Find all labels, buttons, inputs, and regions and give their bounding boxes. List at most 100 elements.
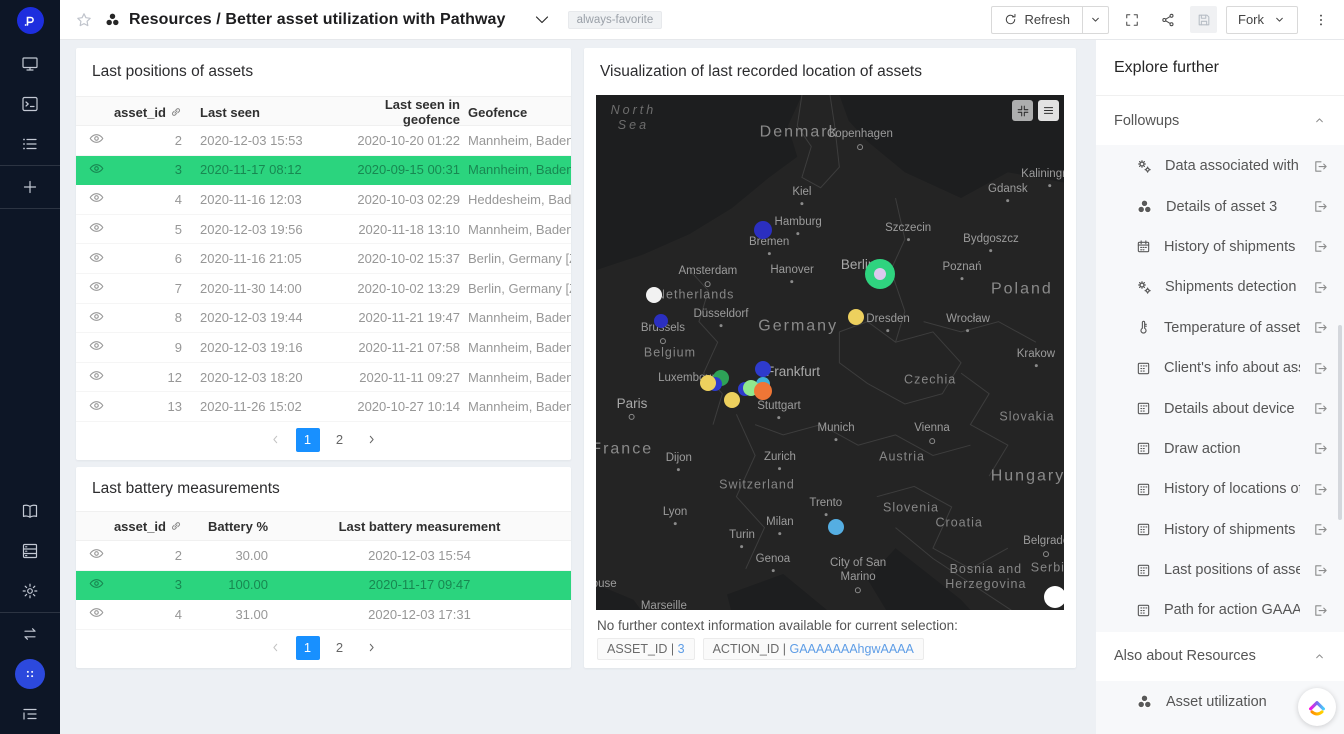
export-icon[interactable] bbox=[1313, 239, 1328, 254]
sidebar-item-book[interactable] bbox=[10, 491, 50, 531]
followup-item[interactable]: Shipments detection of as... bbox=[1096, 267, 1344, 307]
followup-item[interactable]: History of shipments of as... bbox=[1096, 510, 1344, 550]
export-icon[interactable] bbox=[1313, 361, 1328, 376]
export-icon[interactable] bbox=[1313, 159, 1328, 174]
pagination-page-2[interactable]: 2 bbox=[328, 636, 352, 660]
sidebar-item-indent-list[interactable] bbox=[10, 694, 50, 734]
asset-marker[interactable] bbox=[755, 361, 771, 377]
refresh-button[interactable]: Refresh bbox=[991, 6, 1082, 34]
asset-marker[interactable] bbox=[1044, 586, 1064, 608]
eye-icon[interactable] bbox=[89, 605, 104, 623]
chevron-down-icon[interactable] bbox=[532, 10, 552, 30]
followup-item[interactable]: Last positions of asset 3 bbox=[1096, 550, 1344, 590]
eye-icon[interactable] bbox=[89, 546, 104, 564]
eye-icon[interactable] bbox=[89, 279, 104, 297]
table-row[interactable]: 22020-12-03 15:532020-10-20 01:22Mannhei… bbox=[76, 126, 571, 156]
section-header-also-about-resources[interactable]: Also about Resources bbox=[1096, 632, 1344, 681]
pagination-prev[interactable] bbox=[264, 636, 288, 660]
table-row[interactable]: 132020-11-26 15:022020-10-27 10:14Mannhe… bbox=[76, 392, 571, 422]
eye-icon[interactable] bbox=[89, 220, 104, 238]
fork-button[interactable]: Fork bbox=[1226, 6, 1298, 34]
chip-value[interactable]: GAAAAAAAhgwAAAA bbox=[789, 642, 913, 656]
export-icon[interactable] bbox=[1313, 280, 1328, 295]
share-icon bbox=[1161, 13, 1175, 27]
table-row[interactable]: 72020-11-30 14:002020-10-02 13:29Berlin,… bbox=[76, 274, 571, 304]
table-row[interactable]: 32020-11-17 08:122020-09-15 00:31Mannhei… bbox=[76, 156, 571, 186]
clickup-badge[interactable] bbox=[1298, 688, 1336, 726]
selection-chip-action_id[interactable]: ACTION_ID | GAAAAAAAhgwAAAA bbox=[703, 638, 924, 660]
pagination-next[interactable] bbox=[360, 636, 384, 660]
eye-icon[interactable] bbox=[89, 338, 104, 356]
fullscreen-button[interactable] bbox=[1118, 6, 1145, 33]
sidebar-item-plus[interactable] bbox=[10, 167, 50, 207]
assets-map[interactable]: North SeaDenmarkCopenhagenKielKaliningra… bbox=[596, 95, 1064, 610]
followup-item[interactable]: Path for action GAAAAAA... bbox=[1096, 590, 1344, 630]
table-row[interactable]: 230.002020-12-03 15:54 bbox=[76, 541, 571, 571]
followup-item[interactable]: History of locations of acti... bbox=[1096, 469, 1344, 509]
pagination-page-1[interactable]: 1 bbox=[296, 428, 320, 452]
map-menu-button[interactable] bbox=[1038, 100, 1059, 121]
followup-item[interactable]: Details of asset 3 bbox=[1096, 186, 1344, 226]
followup-item[interactable]: Client's info about asset 3 bbox=[1096, 348, 1344, 388]
export-icon[interactable] bbox=[1313, 401, 1328, 416]
eye-icon[interactable] bbox=[89, 161, 104, 179]
asset-marker[interactable] bbox=[724, 392, 740, 408]
table-row[interactable]: 42020-11-16 12:032020-10-03 02:29Heddesh… bbox=[76, 185, 571, 215]
more-menu-button[interactable] bbox=[1307, 6, 1334, 33]
asset-marker[interactable] bbox=[700, 375, 716, 391]
export-icon[interactable] bbox=[1313, 199, 1328, 214]
sidebar-item-storage[interactable] bbox=[10, 531, 50, 571]
sidebar-item-monitor[interactable] bbox=[10, 44, 50, 84]
export-icon[interactable] bbox=[1313, 522, 1328, 537]
star-icon[interactable] bbox=[76, 12, 92, 28]
refresh-dropdown-button[interactable] bbox=[1082, 6, 1109, 34]
sidebar-item-gear[interactable] bbox=[10, 571, 50, 611]
asset-marker[interactable] bbox=[654, 314, 668, 328]
table-row[interactable]: 431.002020-12-03 17:31 bbox=[76, 600, 571, 630]
export-icon[interactable] bbox=[1313, 320, 1328, 335]
export-icon[interactable] bbox=[1313, 563, 1328, 578]
pagination-page-2[interactable]: 2 bbox=[328, 428, 352, 452]
scrollbar[interactable] bbox=[1338, 325, 1342, 520]
table-row[interactable]: 52020-12-03 19:562020-11-18 13:10Mannhei… bbox=[76, 215, 571, 245]
eye-icon[interactable] bbox=[89, 398, 104, 416]
sidebar-item-terminal[interactable] bbox=[10, 84, 50, 124]
followup-item[interactable]: Details about device bbox=[1096, 388, 1344, 428]
eye-icon[interactable] bbox=[89, 190, 104, 208]
save-button[interactable] bbox=[1190, 6, 1217, 33]
sidebar-item-swap[interactable] bbox=[10, 614, 50, 654]
sidebar-item-list[interactable] bbox=[10, 124, 50, 164]
asset-marker[interactable] bbox=[828, 519, 844, 535]
asset-marker[interactable] bbox=[754, 382, 772, 400]
table-row[interactable]: 122020-12-03 18:202020-11-11 09:27Mannhe… bbox=[76, 363, 571, 393]
followup-item[interactable]: History of shipments of as... bbox=[1096, 227, 1344, 267]
pagination-next[interactable] bbox=[360, 428, 384, 452]
eye-icon[interactable] bbox=[89, 576, 104, 594]
map-fit-button[interactable] bbox=[1012, 100, 1033, 121]
table-row[interactable]: 62020-11-16 21:052020-10-02 15:37Berlin,… bbox=[76, 244, 571, 274]
share-button[interactable] bbox=[1154, 6, 1181, 33]
export-icon[interactable] bbox=[1313, 441, 1328, 456]
table-row[interactable]: 92020-12-03 19:162020-11-21 07:58Mannhei… bbox=[76, 333, 571, 363]
sidebar-item-apps[interactable] bbox=[10, 654, 50, 694]
table-row[interactable]: 82020-12-03 19:442020-11-21 19:47Mannhei… bbox=[76, 304, 571, 334]
asset-marker[interactable] bbox=[848, 309, 864, 325]
table-row[interactable]: 3100.002020-11-17 09:47 bbox=[76, 571, 571, 601]
asset-marker[interactable] bbox=[754, 221, 772, 239]
export-icon[interactable] bbox=[1313, 603, 1328, 618]
asset-marker[interactable] bbox=[646, 287, 662, 303]
followup-item[interactable]: Temperature of asset 3 bbox=[1096, 308, 1344, 348]
eye-icon[interactable] bbox=[89, 131, 104, 149]
asset-marker[interactable] bbox=[865, 259, 895, 289]
eye-icon[interactable] bbox=[89, 250, 104, 268]
export-icon[interactable] bbox=[1313, 482, 1328, 497]
followup-item[interactable]: Draw action bbox=[1096, 429, 1344, 469]
eye-icon[interactable] bbox=[89, 368, 104, 386]
section-header-followups[interactable]: Followups bbox=[1096, 96, 1344, 145]
selection-chip-asset_id[interactable]: ASSET_ID | 3 bbox=[597, 638, 695, 660]
pagination-page-1[interactable]: 1 bbox=[296, 636, 320, 660]
eye-icon[interactable] bbox=[89, 309, 104, 327]
pagination-prev[interactable] bbox=[264, 428, 288, 452]
followup-item[interactable]: Data associated with actio... bbox=[1096, 146, 1344, 186]
chip-value[interactable]: 3 bbox=[678, 642, 685, 656]
